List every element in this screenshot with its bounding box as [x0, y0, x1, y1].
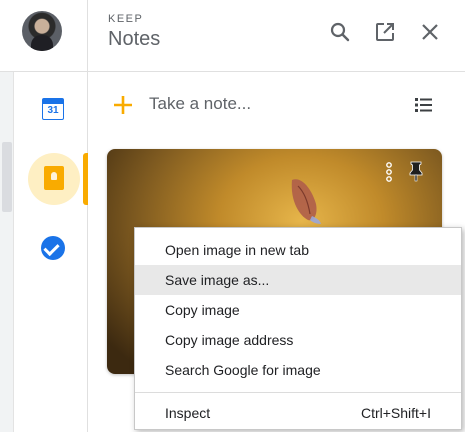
avatar-figure — [31, 35, 53, 51]
calendar-day: 31 — [47, 105, 59, 116]
close-icon — [422, 24, 438, 40]
plus-icon[interactable] — [112, 94, 134, 116]
active-indicator — [83, 153, 88, 205]
list-icon[interactable] — [412, 94, 436, 116]
menu-item-search-google-for-image[interactable]: Search Google for image — [135, 355, 461, 385]
moth-image — [291, 179, 321, 224]
avatar[interactable] — [22, 11, 62, 51]
header-divider — [88, 71, 465, 72]
tasks-icon[interactable] — [41, 236, 65, 260]
menu-item-label: Open image in new tab — [165, 242, 309, 258]
menu-item-label: Search Google for image — [165, 362, 321, 378]
open-in-new-tab-button[interactable] — [373, 20, 397, 44]
menu-item-copy-image[interactable]: Copy image — [135, 295, 461, 325]
menu-item-label: Copy image — [165, 302, 240, 318]
menu-divider — [135, 392, 461, 393]
menu-item-open-image-new-tab[interactable]: Open image in new tab — [135, 235, 461, 265]
more-vert-icon[interactable] — [384, 160, 394, 184]
calendar-icon[interactable]: 31 — [42, 98, 64, 120]
keep-icon[interactable] — [44, 166, 64, 190]
browser-sidebar-strip — [0, 72, 14, 432]
menu-item-save-image-as[interactable]: Save image as... — [135, 265, 461, 295]
menu-item-inspect[interactable]: Inspect Ctrl+Shift+I — [135, 398, 461, 428]
menu-item-label: Inspect — [165, 405, 211, 421]
scrollbar-thumb[interactable] — [2, 142, 12, 212]
menu-item-label: Copy image address — [165, 332, 294, 348]
calendar-header — [43, 99, 63, 104]
brand-label: KEEP — [108, 13, 144, 25]
open-in-new-icon — [376, 23, 394, 41]
search-button[interactable] — [328, 20, 352, 44]
menu-item-shortcut: Ctrl+Shift+I — [360, 405, 431, 421]
pin-icon[interactable] — [408, 160, 424, 182]
menu-item-label: Save image as... — [165, 272, 270, 288]
menu-item-copy-image-address[interactable]: Copy image address — [135, 325, 461, 355]
page-title: Notes — [108, 28, 161, 50]
context-menu: Open image in new tab Save image as... C… — [134, 227, 462, 430]
search-icon — [330, 22, 350, 42]
close-button[interactable] — [418, 20, 442, 44]
take-a-note-input[interactable]: Take a note... — [149, 94, 251, 114]
